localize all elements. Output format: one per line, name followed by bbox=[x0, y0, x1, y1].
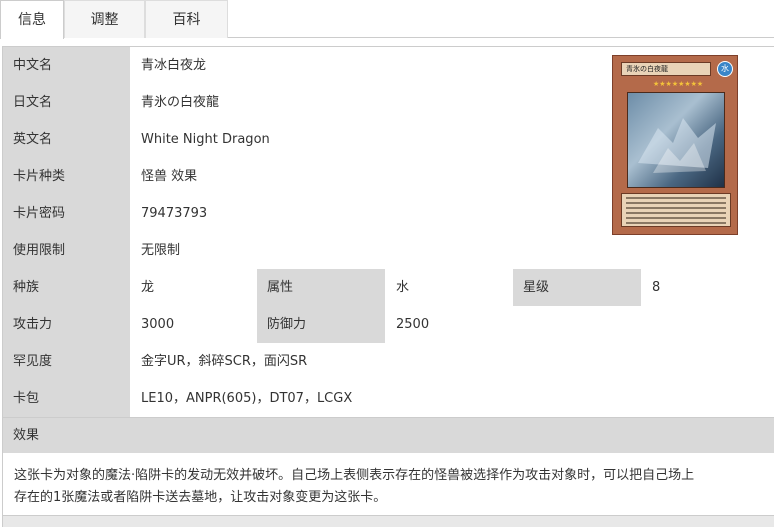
limit-label: 使用限制 bbox=[3, 232, 130, 269]
card-type-label: 卡片种类 bbox=[3, 158, 130, 195]
effect-text: 这张卡为对象的魔法·陷阱卡的发动无效并破坏。自己场上表侧表示存在的怪兽被选择作为… bbox=[3, 453, 774, 515]
level-stars-icon: ★★★★★★★★ bbox=[653, 80, 704, 88]
password-label: 卡片密码 bbox=[3, 195, 130, 232]
cn-name-value: 青冰白夜龙 bbox=[130, 47, 579, 84]
effect-line-1: 这张卡为对象的魔法·陷阱卡的发动无效并破坏。自己场上表侧表示存在的怪兽被选择作为… bbox=[14, 468, 695, 483]
attribute-label: 属性 bbox=[257, 269, 385, 306]
level-value: 8 bbox=[641, 269, 774, 306]
level-label: 星级 bbox=[513, 269, 641, 306]
rarity-label: 罕见度 bbox=[3, 343, 130, 380]
water-attribute-icon: 水 bbox=[717, 61, 733, 77]
tab-wiki[interactable]: 百科 bbox=[145, 0, 228, 38]
card-text-box bbox=[621, 193, 731, 227]
en-name-value: White Night Dragon bbox=[130, 121, 579, 158]
card-type-value: 怪兽 效果 bbox=[130, 158, 579, 195]
effect-line-2: 存在的1张魔法或者陷阱卡送去墓地，让攻击对象变更为这张卡。 bbox=[14, 490, 387, 505]
atk-value: 3000 bbox=[130, 306, 257, 343]
jp-name-value: 青氷の白夜龍 bbox=[130, 84, 579, 121]
race-label: 种族 bbox=[3, 269, 130, 306]
def-label: 防御力 bbox=[257, 306, 385, 343]
tab-info[interactable]: 信息 bbox=[0, 0, 64, 39]
card-info-table: 中文名 青冰白夜龙 日文名 青氷の白夜龍 英文名 White Night Dra… bbox=[2, 46, 774, 527]
limit-value: 无限制 bbox=[130, 232, 774, 269]
pack-value: LE10，ANPR(605)，DT07，LCGX bbox=[130, 380, 774, 417]
race-value: 龙 bbox=[130, 269, 257, 306]
cn-name-label: 中文名 bbox=[3, 47, 130, 84]
tab-bar: 信息 调整 百科 bbox=[0, 0, 774, 39]
attribute-value: 水 bbox=[385, 269, 513, 306]
effect-label: 效果 bbox=[3, 417, 774, 453]
jp-name-label: 日文名 bbox=[3, 84, 130, 121]
card-image: 青氷の白夜龍 水 ★★★★★★★★ bbox=[612, 55, 738, 235]
table-footer bbox=[3, 515, 774, 527]
dragon-art-icon bbox=[638, 118, 716, 173]
rarity-value: 金字UR，斜碎SCR，面闪SR bbox=[130, 343, 774, 380]
pack-label: 卡包 bbox=[3, 380, 130, 417]
dragon-artwork bbox=[627, 92, 725, 188]
atk-label: 攻击力 bbox=[3, 306, 130, 343]
card-image-title: 青氷の白夜龍 bbox=[621, 62, 711, 76]
en-name-label: 英文名 bbox=[3, 121, 130, 158]
tab-adjust[interactable]: 调整 bbox=[64, 0, 145, 38]
def-value: 2500 bbox=[385, 306, 774, 343]
password-value: 79473793 bbox=[130, 195, 579, 232]
